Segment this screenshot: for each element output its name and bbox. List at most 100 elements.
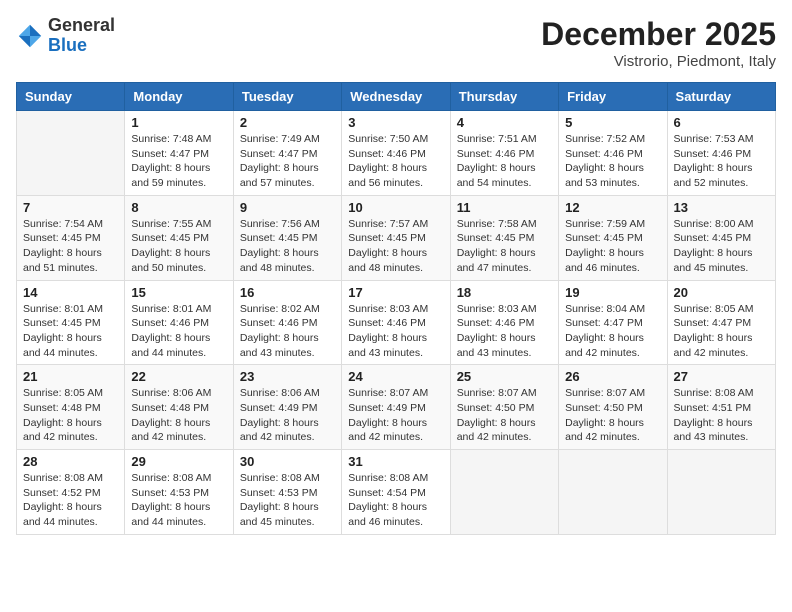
calendar-week-row: 14 Sunrise: 8:01 AM Sunset: 4:45 PM Dayli… — [17, 280, 776, 365]
calendar-day-cell: 26 Sunrise: 8:07 AM Sunset: 4:50 PM Dayli… — [559, 365, 667, 450]
day-info: Sunrise: 8:01 AM Sunset: 4:46 PM Dayligh… — [131, 302, 226, 361]
day-number: 12 — [565, 200, 660, 215]
day-info: Sunrise: 8:02 AM Sunset: 4:46 PM Dayligh… — [240, 302, 335, 361]
calendar-day-cell: 5Sunrise: 7:52 AM Sunset: 4:46 PM Daylig… — [559, 111, 667, 196]
day-number: 9 — [240, 200, 335, 215]
calendar-week-row: 21 Sunrise: 8:05 AM Sunset: 4:48 PM Dayli… — [17, 365, 776, 450]
day-number: 30 — [240, 454, 335, 469]
day-info: Sunrise: 7:54 AM Sunset: 4:45 PM Dayligh… — [23, 217, 118, 276]
logo-text: General Blue — [48, 16, 115, 56]
calendar-week-row: 7 Sunrise: 7:54 AM Sunset: 4:45 PM Daylig… — [17, 195, 776, 280]
day-number: 7 — [23, 200, 118, 215]
day-info: Sunrise: 8:08 AM Sunset: 4:54 PM Dayligh… — [348, 471, 443, 530]
day-number: 17 — [348, 285, 443, 300]
day-info: Sunrise: 8:08 AM Sunset: 4:51 PM Dayligh… — [674, 386, 769, 445]
calendar-day-cell: 2Sunrise: 7:49 AM Sunset: 4:47 PM Daylig… — [233, 111, 341, 196]
day-info: Sunrise: 8:08 AM Sunset: 4:53 PM Dayligh… — [240, 471, 335, 530]
day-info: Sunrise: 7:52 AM Sunset: 4:46 PM Dayligh… — [565, 132, 660, 191]
day-info: Sunrise: 8:03 AM Sunset: 4:46 PM Dayligh… — [457, 302, 552, 361]
day-number: 26 — [565, 369, 660, 384]
day-info: Sunrise: 7:55 AM Sunset: 4:45 PM Dayligh… — [131, 217, 226, 276]
calendar-day-cell: 7 Sunrise: 7:54 AM Sunset: 4:45 PM Daylig… — [17, 195, 125, 280]
day-number: 16 — [240, 285, 335, 300]
calendar-day-cell: 15 Sunrise: 8:01 AM Sunset: 4:46 PM Dayli… — [125, 280, 233, 365]
calendar-day-cell: 1 Sunrise: 7:48 AM Sunset: 4:47 PM Daylig… — [125, 111, 233, 196]
day-number: 10 — [348, 200, 443, 215]
day-number: 22 — [131, 369, 226, 384]
day-number: 25 — [457, 369, 552, 384]
day-info: Sunrise: 7:51 AM Sunset: 4:46 PM Dayligh… — [457, 132, 552, 191]
day-info: Sunrise: 7:49 AM Sunset: 4:47 PM Dayligh… — [240, 132, 335, 191]
calendar-day-cell — [559, 450, 667, 535]
calendar-header-cell: Monday — [125, 83, 233, 111]
day-number: 31 — [348, 454, 443, 469]
calendar-day-cell: 11 Sunrise: 7:58 AM Sunset: 4:45 PM Dayli… — [450, 195, 558, 280]
calendar-header-cell: Wednesday — [342, 83, 450, 111]
day-number: 6 — [674, 115, 769, 130]
day-number: 15 — [131, 285, 226, 300]
day-number: 27 — [674, 369, 769, 384]
day-info: Sunrise: 7:53 AM Sunset: 4:46 PM Dayligh… — [674, 132, 769, 191]
day-info: Sunrise: 7:57 AM Sunset: 4:45 PM Dayligh… — [348, 217, 443, 276]
day-number: 24 — [348, 369, 443, 384]
day-number: 21 — [23, 369, 118, 384]
day-info: Sunrise: 8:08 AM Sunset: 4:53 PM Dayligh… — [131, 471, 226, 530]
calendar-day-cell: 20 Sunrise: 8:05 AM Sunset: 4:47 PM Dayli… — [667, 280, 775, 365]
day-number: 19 — [565, 285, 660, 300]
day-info: Sunrise: 8:01 AM Sunset: 4:45 PM Dayligh… — [23, 302, 118, 361]
calendar-day-cell: 30 Sunrise: 8:08 AM Sunset: 4:53 PM Dayli… — [233, 450, 341, 535]
calendar-day-cell: 29 Sunrise: 8:08 AM Sunset: 4:53 PM Dayli… — [125, 450, 233, 535]
calendar-day-cell: 3Sunrise: 7:50 AM Sunset: 4:46 PM Daylig… — [342, 111, 450, 196]
location: Vistrorio, Piedmont, Italy — [541, 53, 776, 70]
day-info: Sunrise: 7:50 AM Sunset: 4:46 PM Dayligh… — [348, 132, 443, 191]
day-number: 28 — [23, 454, 118, 469]
day-number: 13 — [674, 200, 769, 215]
calendar-day-cell: 6 Sunrise: 7:53 AM Sunset: 4:46 PM Daylig… — [667, 111, 775, 196]
calendar-day-cell: 13 Sunrise: 8:00 AM Sunset: 4:45 PM Dayli… — [667, 195, 775, 280]
logo-icon — [16, 22, 44, 50]
calendar-day-cell: 23Sunrise: 8:06 AM Sunset: 4:49 PM Dayli… — [233, 365, 341, 450]
day-info: Sunrise: 8:07 AM Sunset: 4:50 PM Dayligh… — [457, 386, 552, 445]
day-info: Sunrise: 8:05 AM Sunset: 4:47 PM Dayligh… — [674, 302, 769, 361]
calendar-day-cell: 17 Sunrise: 8:03 AM Sunset: 4:46 PM Dayli… — [342, 280, 450, 365]
day-info: Sunrise: 8:05 AM Sunset: 4:48 PM Dayligh… — [23, 386, 118, 445]
day-number: 29 — [131, 454, 226, 469]
calendar-day-cell: 10 Sunrise: 7:57 AM Sunset: 4:45 PM Dayli… — [342, 195, 450, 280]
calendar-day-cell: 12 Sunrise: 7:59 AM Sunset: 4:45 PM Dayli… — [559, 195, 667, 280]
day-info: Sunrise: 7:48 AM Sunset: 4:47 PM Dayligh… — [131, 132, 226, 191]
calendar-day-cell: 18 Sunrise: 8:03 AM Sunset: 4:46 PM Dayli… — [450, 280, 558, 365]
calendar-week-row: 28Sunrise: 8:08 AM Sunset: 4:52 PM Dayli… — [17, 450, 776, 535]
calendar-day-cell: 22 Sunrise: 8:06 AM Sunset: 4:48 PM Dayli… — [125, 365, 233, 450]
day-info: Sunrise: 8:03 AM Sunset: 4:46 PM Dayligh… — [348, 302, 443, 361]
calendar-day-cell: 8Sunrise: 7:55 AM Sunset: 4:45 PM Daylig… — [125, 195, 233, 280]
day-number: 1 — [131, 115, 226, 130]
calendar-day-cell: 16 Sunrise: 8:02 AM Sunset: 4:46 PM Dayli… — [233, 280, 341, 365]
day-info: Sunrise: 7:59 AM Sunset: 4:45 PM Dayligh… — [565, 217, 660, 276]
calendar-day-cell — [667, 450, 775, 535]
calendar-body: 1 Sunrise: 7:48 AM Sunset: 4:47 PM Daylig… — [17, 111, 776, 535]
calendar-day-cell: 4 Sunrise: 7:51 AM Sunset: 4:46 PM Daylig… — [450, 111, 558, 196]
calendar-table: SundayMondayTuesdayWednesdayThursdayFrid… — [16, 82, 776, 535]
day-number: 18 — [457, 285, 552, 300]
calendar-day-cell — [17, 111, 125, 196]
day-number: 23 — [240, 369, 335, 384]
day-number: 4 — [457, 115, 552, 130]
calendar-header-cell: Tuesday — [233, 83, 341, 111]
calendar-day-cell: 9 Sunrise: 7:56 AM Sunset: 4:45 PM Daylig… — [233, 195, 341, 280]
day-info: Sunrise: 8:00 AM Sunset: 4:45 PM Dayligh… — [674, 217, 769, 276]
calendar-day-cell: 27 Sunrise: 8:08 AM Sunset: 4:51 PM Dayli… — [667, 365, 775, 450]
day-number: 11 — [457, 200, 552, 215]
calendar-header-cell: Friday — [559, 83, 667, 111]
title-block: December 2025 Vistrorio, Piedmont, Italy — [541, 16, 776, 70]
logo: General Blue — [16, 16, 115, 56]
day-info: Sunrise: 8:07 AM Sunset: 4:50 PM Dayligh… — [565, 386, 660, 445]
calendar-day-cell: 24 Sunrise: 8:07 AM Sunset: 4:49 PM Dayli… — [342, 365, 450, 450]
day-info: Sunrise: 7:58 AM Sunset: 4:45 PM Dayligh… — [457, 217, 552, 276]
day-info: Sunrise: 8:07 AM Sunset: 4:49 PM Dayligh… — [348, 386, 443, 445]
day-info: Sunrise: 8:06 AM Sunset: 4:48 PM Dayligh… — [131, 386, 226, 445]
day-number: 14 — [23, 285, 118, 300]
calendar-header-cell: Thursday — [450, 83, 558, 111]
day-number: 20 — [674, 285, 769, 300]
month-title: December 2025 — [541, 16, 776, 53]
day-info: Sunrise: 7:56 AM Sunset: 4:45 PM Dayligh… — [240, 217, 335, 276]
